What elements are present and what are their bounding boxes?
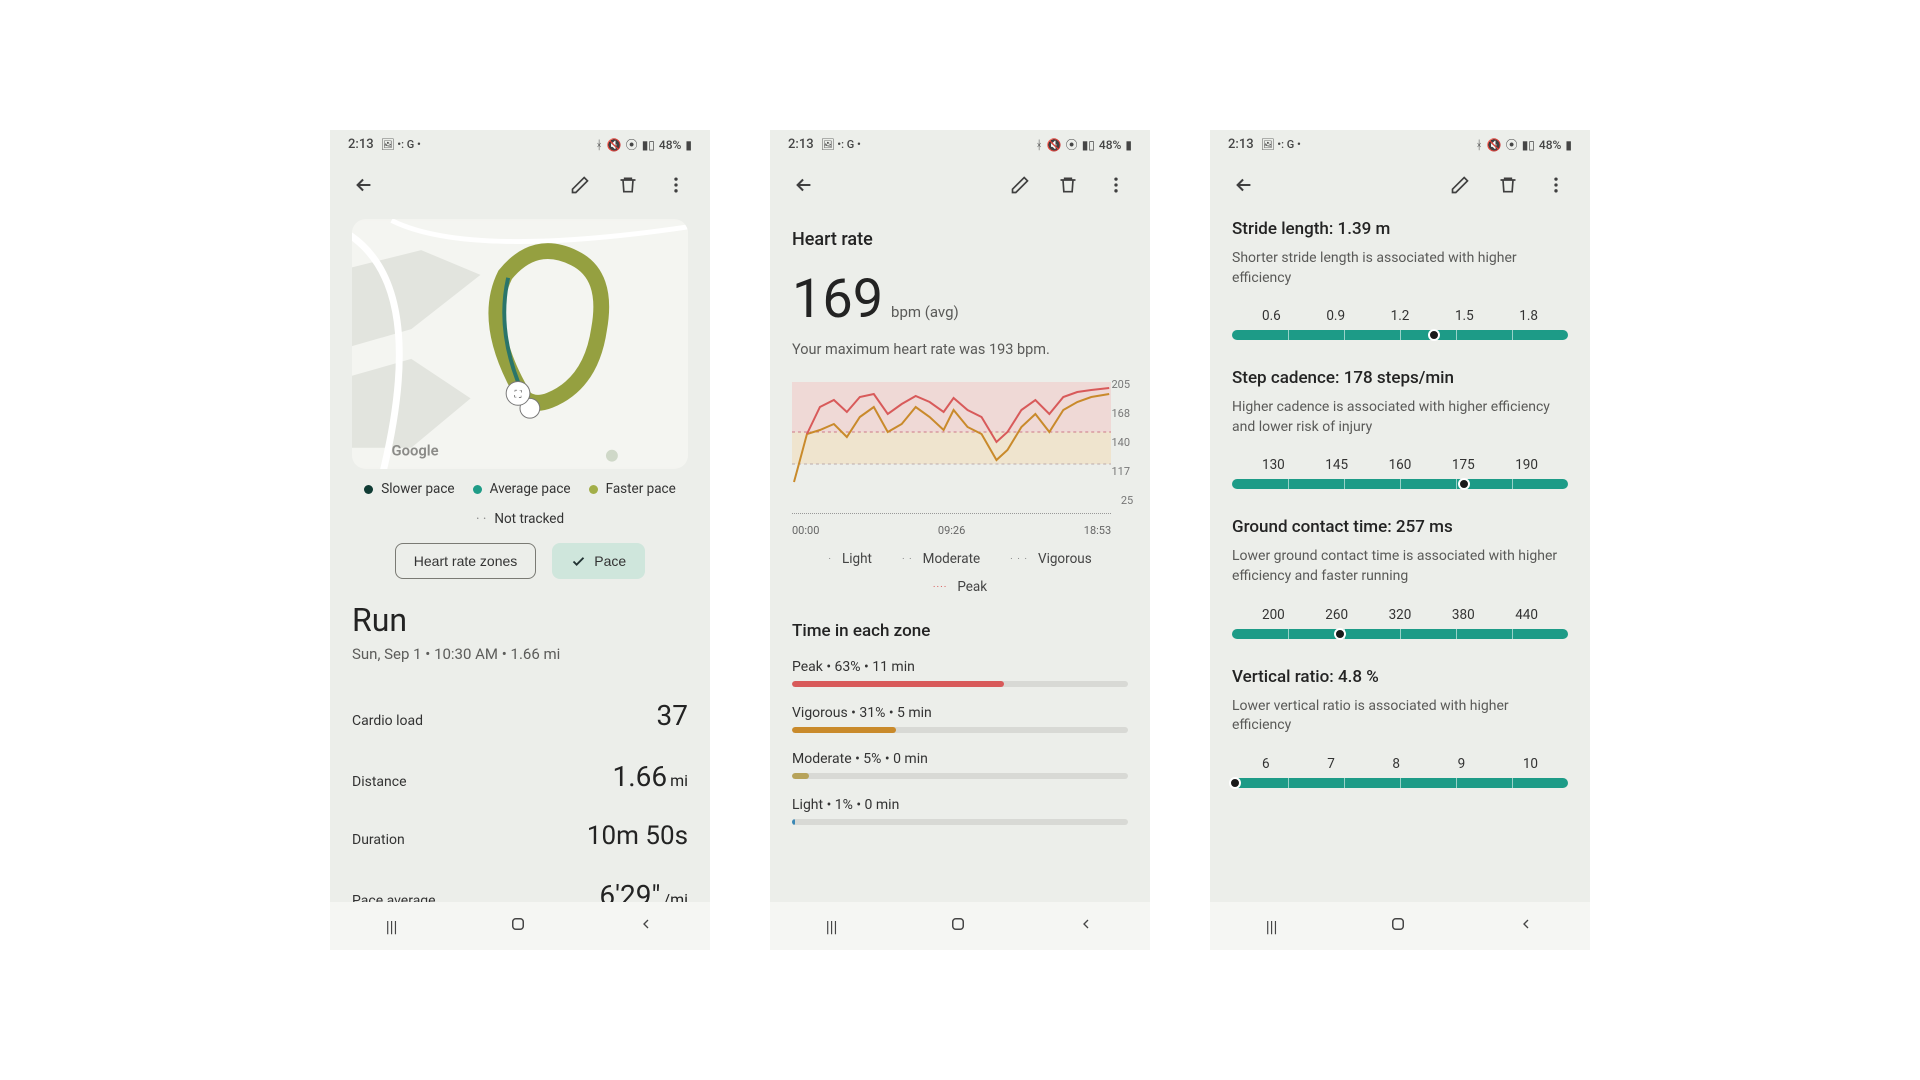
battery-icon: ▮ (685, 138, 692, 152)
screen-running-form: 2:13🖼︎ •: G • ᚼ🔇⦿▮▯48%▮ Stride length: 1… (1210, 130, 1590, 950)
system-nav: ||| (330, 902, 710, 950)
back-button[interactable] (1224, 165, 1264, 205)
heart-rate-title: Heart rate (792, 229, 1128, 250)
screen-run-summary: 2:13 🖼︎ •: G • ᚼ 🔇 ⦿ ▮▯ 48% ▮ (330, 130, 710, 950)
edit-button[interactable] (1440, 165, 1480, 205)
zone-section-title: Time in each zone (792, 621, 1128, 641)
status-bar: 2:13 🖼︎ •: G • ᚼ 🔇 ⦿ ▮▯ 48% ▮ (330, 130, 710, 155)
signal-icon: ▮▯ (642, 138, 655, 152)
metric-cardio-load: Cardio load 37 (352, 685, 688, 746)
metric-distance: Distance 1.66mi (352, 746, 688, 807)
edit-button[interactable] (560, 165, 600, 205)
overflow-menu[interactable] (1536, 165, 1576, 205)
zone-peak: Peak • 63% • 11 min (792, 659, 1128, 687)
hr-max-text: Your maximum heart rate was 193 bpm. (792, 341, 1128, 358)
edit-button[interactable] (1000, 165, 1040, 205)
status-bar: 2:13🖼︎ •: G • ᚼ🔇⦿▮▯48%▮ (1210, 130, 1590, 155)
mute-icon: 🔇 (607, 138, 622, 152)
nav-recents[interactable]: ||| (826, 917, 838, 936)
route-map[interactable]: ⛶ Google (352, 219, 688, 469)
nav-back[interactable] (1078, 916, 1094, 936)
kpi-ground-contact-time: Ground contact time: 257 ms Lower ground… (1232, 517, 1568, 638)
bluetooth-icon: ᚼ (596, 138, 603, 152)
hr-zone-legend: ·Light · ·Moderate · · ·Vigorous ····Pea… (792, 551, 1128, 595)
kpi-stride-length: Stride length: 1.39 m Shorter stride len… (1232, 219, 1568, 340)
nav-home[interactable] (509, 915, 527, 937)
app-bar (330, 155, 710, 211)
status-icons-left: 🖼︎ •: G • (381, 138, 421, 151)
kpi-vertical-ratio: Vertical ratio: 4.8 % Lower vertical rat… (1232, 667, 1568, 788)
back-button[interactable] (784, 165, 824, 205)
metric-pace-average: Pace average 6'29"/mi (352, 865, 688, 902)
legend-average: Average pace (490, 481, 571, 497)
delete-button[interactable] (1048, 165, 1088, 205)
overflow-menu[interactable] (1096, 165, 1136, 205)
metric-duration: Duration 10m 50s (352, 807, 688, 865)
nav-recents[interactable]: ||| (1266, 917, 1278, 936)
nav-back[interactable] (638, 916, 654, 936)
delete-button[interactable] (1488, 165, 1528, 205)
nav-recents[interactable]: ||| (386, 917, 398, 936)
screen-heart-rate: 2:13🖼︎ •: G • ᚼ🔇⦿▮▯48%▮ Heart rate 169 b… (770, 130, 1150, 950)
zone-light: Light • 1% • 0 min (792, 797, 1128, 825)
nav-home[interactable] (1389, 915, 1407, 937)
chip-heart-rate-zones[interactable]: Heart rate zones (395, 543, 537, 579)
hr-avg-unit: bpm (avg) (891, 303, 959, 321)
back-button[interactable] (344, 165, 384, 205)
battery-text: 48% (659, 138, 681, 152)
status-bar: 2:13🖼︎ •: G • ᚼ🔇⦿▮▯48%▮ (770, 130, 1150, 155)
delete-button[interactable] (608, 165, 648, 205)
zone-moderate: Moderate • 5% • 0 min (792, 751, 1128, 779)
chip-pace[interactable]: Pace (552, 543, 645, 579)
zone-vigorous: Vigorous • 31% • 5 min (792, 705, 1128, 733)
pace-legend: Slower pace Average pace Faster pace · ·… (352, 481, 688, 527)
wifi-icon: ⦿ (626, 136, 638, 153)
activity-title: Run (352, 601, 688, 639)
hr-chart: 205 168 140 117 25 00:00 09:26 18:53 ·Li… (792, 382, 1128, 595)
legend-faster: Faster pace (606, 481, 676, 497)
kpi-step-cadence: Step cadence: 178 steps/min Higher caden… (1232, 368, 1568, 489)
nav-back[interactable] (1518, 916, 1534, 936)
nav-home[interactable] (949, 915, 967, 937)
map-attribution: Google (392, 442, 439, 460)
overflow-menu[interactable] (656, 165, 696, 205)
hr-avg-value: 169 (792, 268, 883, 331)
legend-not-tracked: Not tracked (494, 511, 564, 527)
svg-text:⛶: ⛶ (514, 389, 523, 400)
activity-subtitle: Sun, Sep 1 • 10:30 AM • 1.66 mi (352, 645, 688, 663)
status-time: 2:13 (348, 137, 374, 152)
legend-slower: Slower pace (381, 481, 454, 497)
